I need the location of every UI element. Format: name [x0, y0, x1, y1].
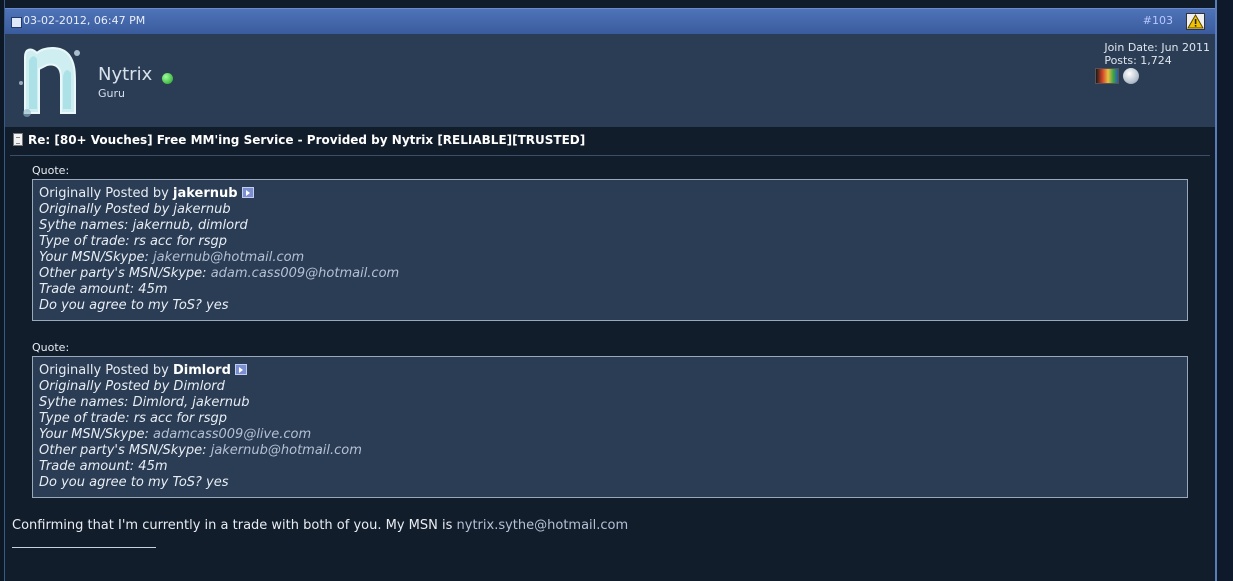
- quote-originally-posted-by: Originally Posted by: [39, 186, 169, 201]
- page-right-border: [1215, 0, 1233, 581]
- msn-label: Your MSN/Skype:: [39, 250, 149, 265]
- post-title: Re: [80+ Vouches] Free MM'ing Service - …: [13, 133, 585, 147]
- quote-line-other-msn: Other party's MSN/Skype: jakernub@hotmai…: [39, 443, 1187, 459]
- quote-line: Sythe names: jakernub, dimlord: [39, 218, 248, 233]
- user-info-panel: Nytrix Guru Join Date: Jun 2011 Posts: 1…: [5, 34, 1215, 128]
- quote-label: Quote:: [32, 341, 70, 354]
- post-message-email: nytrix.sythe@hotmail.com: [456, 518, 629, 533]
- other-msn-email: jakernub@hotmail.com: [210, 443, 362, 458]
- online-status-icon: [162, 73, 173, 84]
- quote-line: Type of trade: rs acc for rsgp: [39, 234, 227, 249]
- quote-line: Originally Posted by Dimlord: [39, 379, 225, 394]
- user-stats: Join Date: Jun 2011 Posts: 1,724: [1104, 41, 1210, 67]
- msn-email: adamcass009@live.com: [153, 427, 312, 442]
- quote-poster-link[interactable]: Dimlord: [173, 363, 231, 378]
- user-title: Guru: [98, 87, 125, 100]
- quote-line-tos: Do you agree to my ToS? yes: [39, 298, 229, 313]
- signature-divider: [12, 547, 156, 548]
- quote-line: Sythe names: Dimlord, jakernub: [39, 395, 250, 410]
- quote-line-msn: Your MSN/Skype: jakernub@hotmail.com: [39, 250, 1187, 266]
- other-msn-label: Other party's MSN/Skype:: [39, 443, 207, 458]
- post-status-icon: [11, 17, 22, 28]
- quote-line-tos: Do you agree to my ToS? yes: [39, 475, 229, 490]
- post-title-text: Re: [80+ Vouches] Free MM'ing Service - …: [28, 133, 586, 147]
- quote-originally-posted-by: Originally Posted by: [39, 363, 169, 378]
- quote-line: Type of trade: rs acc for rsgp: [39, 411, 227, 426]
- quote-line: Originally Posted by jakernub: [39, 202, 231, 217]
- msn-label: Your MSN/Skype:: [39, 427, 149, 442]
- view-post-arrow-icon[interactable]: [241, 187, 254, 198]
- quote-line-msn: Your MSN/Skype: adamcass009@live.com: [39, 427, 1187, 443]
- join-date: Join Date: Jun 2011: [1104, 41, 1210, 54]
- title-divider: [10, 155, 1210, 156]
- quote-line-amount: Trade amount: 45m: [39, 459, 168, 474]
- post-header-bar: 03-02-2012, 06:47 PM #103: [5, 8, 1215, 34]
- quote-line-other-msn: Other party's MSN/Skype: adam.cass009@ho…: [39, 266, 1187, 282]
- post-message: Confirming that I'm currently in a trade…: [12, 518, 628, 533]
- post-message-text: Confirming that I'm currently in a trade…: [12, 518, 457, 533]
- user-avatar[interactable]: [17, 43, 83, 119]
- quote-attribution: Originally Posted by Dimlord: [39, 363, 1187, 379]
- diamond-award-icon[interactable]: [1123, 68, 1139, 84]
- quote-box: Originally Posted by Dimlord Originally …: [32, 356, 1188, 498]
- quote-label: Quote:: [32, 164, 70, 177]
- quote-attribution: Originally Posted by jakernub: [39, 186, 1187, 202]
- post-number-link[interactable]: #103: [1143, 14, 1173, 27]
- warning-triangle-icon[interactable]: [1186, 13, 1205, 30]
- other-msn-label: Other party's MSN/Skype:: [39, 266, 207, 281]
- quote-poster-link[interactable]: jakernub: [173, 186, 238, 201]
- username-link[interactable]: Nytrix: [98, 64, 152, 85]
- document-icon: [13, 133, 23, 146]
- view-post-arrow-icon[interactable]: [234, 364, 247, 375]
- post-count: Posts: 1,724: [1104, 54, 1172, 67]
- quote-line-amount: Trade amount: 45m: [39, 282, 168, 297]
- other-msn-email: adam.cass009@hotmail.com: [210, 266, 400, 281]
- quote-box: Originally Posted by jakernub Originally…: [32, 179, 1188, 321]
- msn-email: jakernub@hotmail.com: [153, 250, 305, 265]
- award-badge-icon[interactable]: [1095, 68, 1119, 84]
- post-date: 03-02-2012, 06:47 PM: [23, 14, 146, 27]
- post-body: Re: [80+ Vouches] Free MM'ing Service - …: [5, 127, 1215, 581]
